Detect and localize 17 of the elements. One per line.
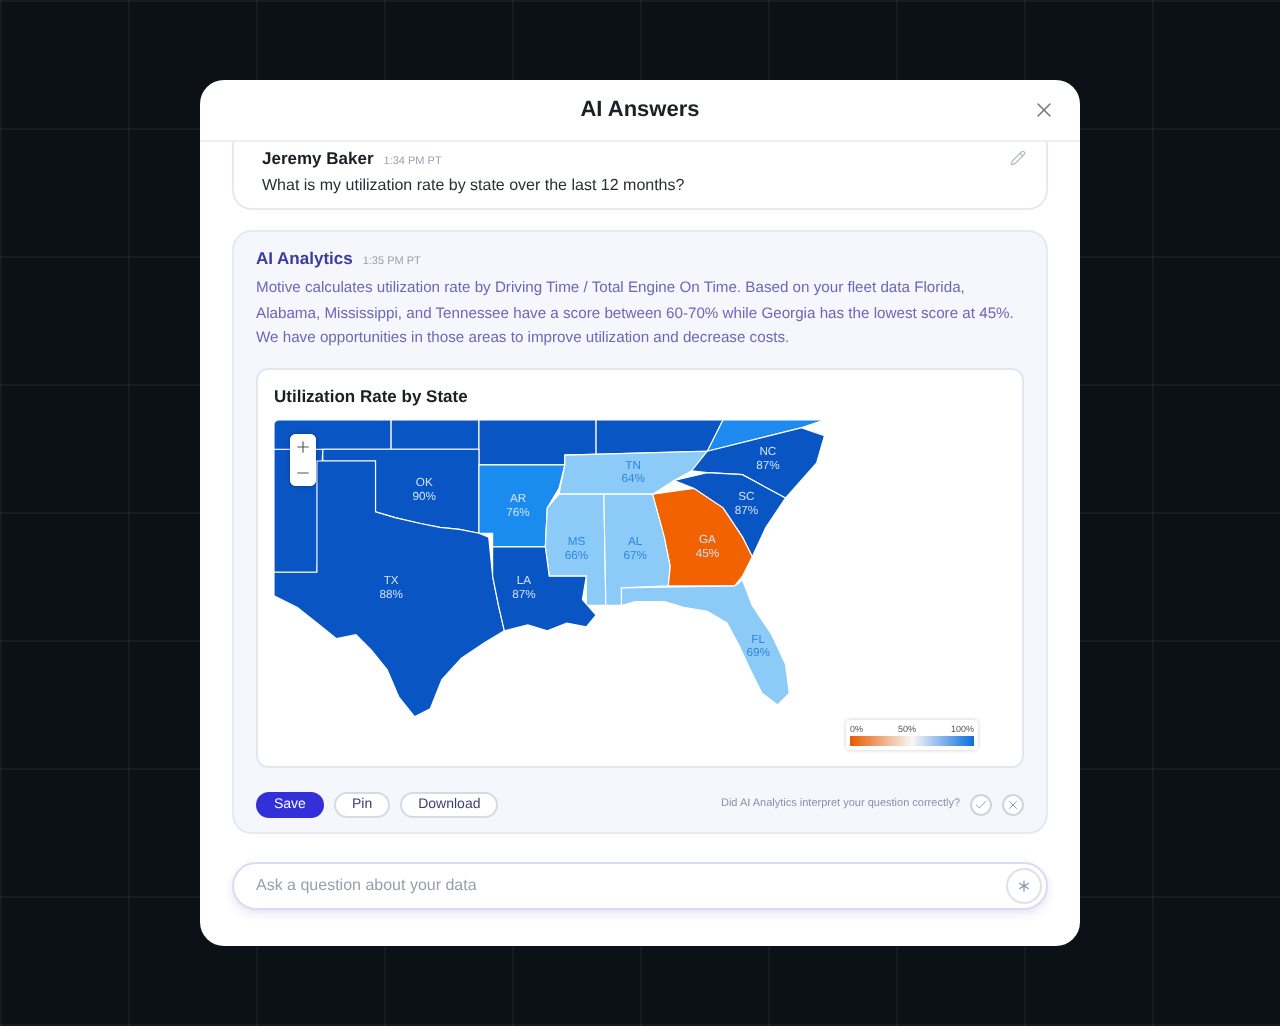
question-field[interactable]: Ask a question about your data bbox=[232, 861, 1048, 909]
close-icon bbox=[1032, 98, 1056, 122]
pencil-icon[interactable] bbox=[1010, 150, 1026, 166]
plus-icon bbox=[294, 437, 312, 455]
legend-gradient bbox=[850, 735, 974, 745]
modal-title: AI Answers bbox=[580, 98, 700, 122]
author-name: Jeremy Baker bbox=[262, 148, 374, 168]
close-icon bbox=[1006, 797, 1020, 811]
close-button[interactable] bbox=[1032, 98, 1056, 122]
zoom-in-button[interactable] bbox=[290, 433, 316, 459]
question-text: What is my utilization rate by state over the last 12 months? bbox=[262, 176, 687, 194]
asterisk-icon bbox=[1014, 875, 1034, 895]
confirm-button[interactable] bbox=[970, 793, 992, 815]
author-name: AI Analytics bbox=[256, 248, 353, 268]
reject-button[interactable] bbox=[1002, 793, 1024, 815]
check-icon bbox=[974, 797, 988, 811]
chart-title: Utilization Rate by State bbox=[274, 385, 470, 405]
